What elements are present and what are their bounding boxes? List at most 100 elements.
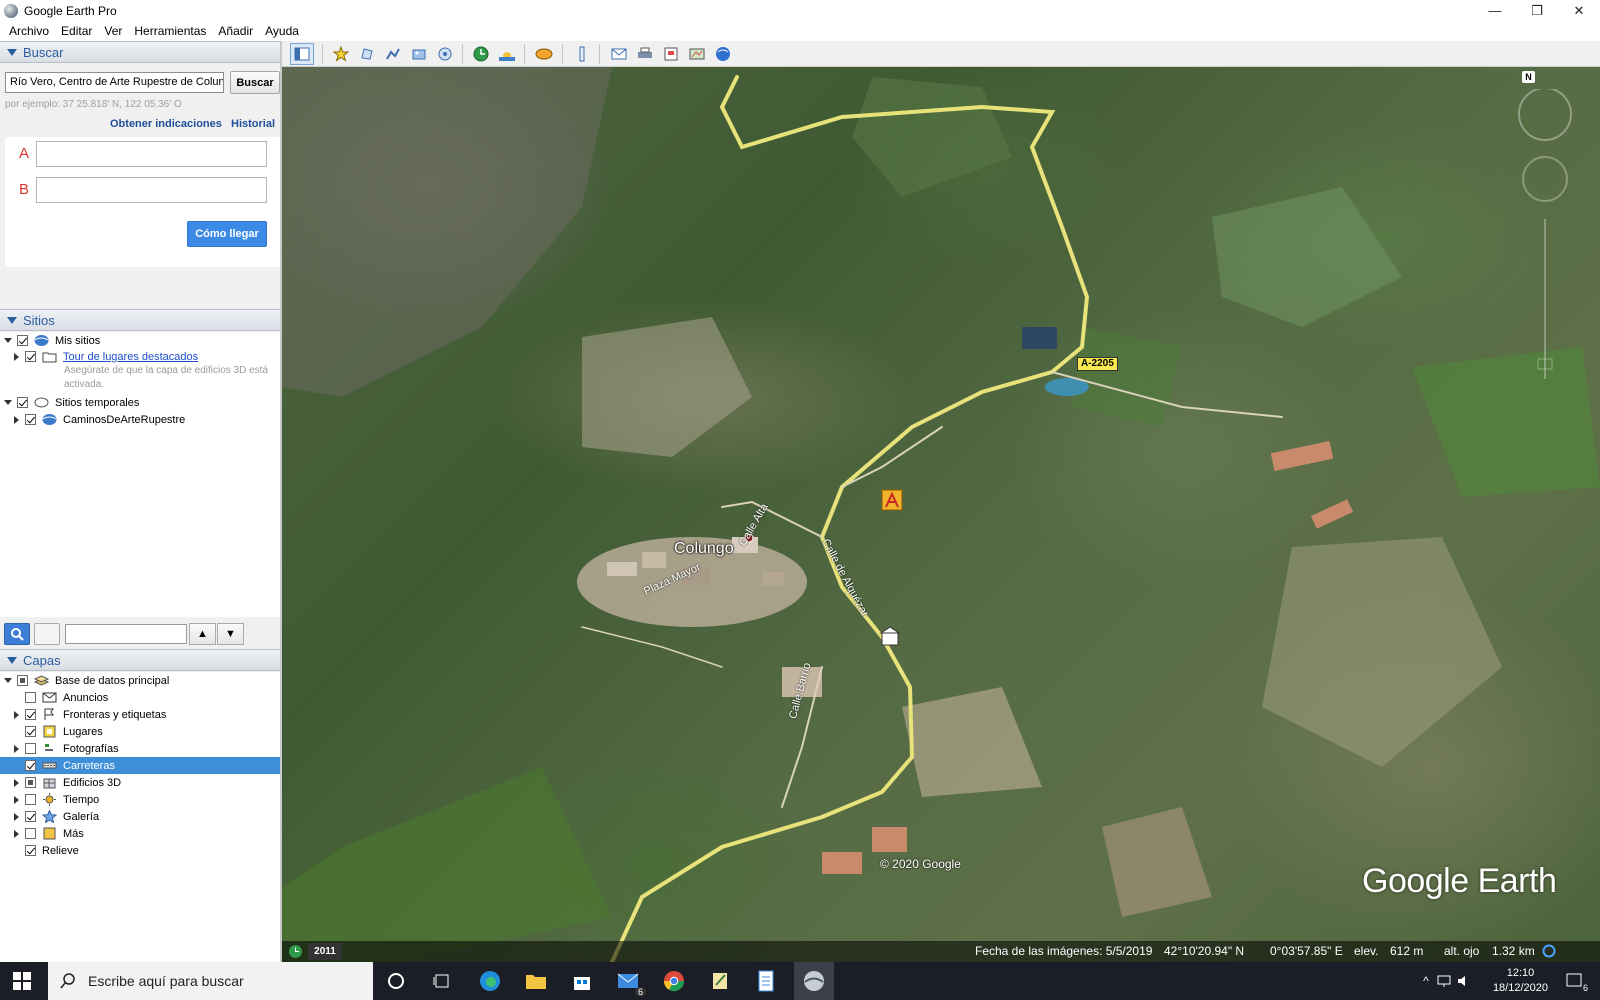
add-placemark-button[interactable] <box>329 43 353 65</box>
earth-button[interactable] <box>711 43 735 65</box>
task-view-button[interactable] <box>430 969 454 993</box>
tour-link[interactable]: Tour de lugares destacados <box>63 351 198 363</box>
add-image-overlay-button[interactable] <box>407 43 431 65</box>
checkbox[interactable] <box>17 675 28 686</box>
add-path-button[interactable] <box>381 43 405 65</box>
checkbox[interactable] <box>25 351 36 362</box>
checkbox[interactable] <box>25 414 36 425</box>
layer-base-de-datos[interactable]: Base de datos principal <box>4 672 169 689</box>
point-b-input[interactable] <box>36 177 267 203</box>
search-button[interactable]: Buscar <box>230 71 280 94</box>
expand-arrow-icon[interactable] <box>14 829 19 838</box>
checkbox[interactable] <box>25 692 36 703</box>
layer-relieve[interactable]: Relieve <box>25 842 79 859</box>
checkbox[interactable] <box>25 811 36 822</box>
file-explorer-button[interactable] <box>524 969 548 993</box>
notepad-button[interactable] <box>708 969 732 993</box>
checkbox[interactable] <box>25 828 36 839</box>
switch-planet-button[interactable] <box>532 43 556 65</box>
google-earth-taskbar-button[interactable] <box>794 962 834 1000</box>
start-button[interactable] <box>10 969 34 993</box>
network-icon[interactable] <box>1437 975 1451 987</box>
history-link[interactable]: Historial <box>231 118 275 130</box>
checkbox[interactable] <box>17 335 28 346</box>
layers-panel-header[interactable]: Capas <box>0 649 280 671</box>
move-joystick-icon[interactable] <box>1522 156 1568 202</box>
checkbox[interactable] <box>25 845 36 856</box>
look-joystick-icon[interactable] <box>1518 89 1572 141</box>
move-up-arrow-icon[interactable]: ▲ <box>189 623 216 645</box>
search-input[interactable]: Río Vero, Centro de Arte Rupestre de Col… <box>5 72 224 93</box>
close-button[interactable]: ✕ <box>1558 0 1600 21</box>
checkbox[interactable] <box>25 726 36 737</box>
layer-anuncios[interactable]: Anuncios <box>25 689 108 706</box>
get-directions-link[interactable]: Obtener indicaciones <box>110 118 222 130</box>
route-start-marker[interactable] <box>881 489 903 511</box>
menu-editar[interactable]: Editar <box>55 24 98 38</box>
menu-herramientas[interactable]: Herramientas <box>128 24 212 38</box>
save-image-button[interactable] <box>659 43 683 65</box>
expand-arrow-icon[interactable] <box>14 710 19 719</box>
layer-search-button[interactable] <box>4 623 30 645</box>
menu-ver[interactable]: Ver <box>98 24 128 38</box>
layer-carreteras[interactable]: Carreteras <box>0 757 280 774</box>
expand-arrow-icon[interactable] <box>14 352 19 361</box>
show-hidden-icons-chevron-icon[interactable]: ^ <box>1423 974 1429 988</box>
move-down-arrow-icon[interactable]: ▼ <box>217 623 244 645</box>
expand-arrow-icon[interactable] <box>14 812 19 821</box>
menu-ayuda[interactable]: Ayuda <box>259 24 305 38</box>
speaker-icon[interactable] <box>1457 975 1471 987</box>
taskbar-search-box[interactable]: Escribe aquí para buscar <box>48 962 373 1000</box>
historical-clock-icon[interactable] <box>288 944 303 959</box>
map-viewport[interactable]: Colungo Calle Barrio Calle de Alquézar P… <box>282 67 1600 962</box>
places-panel-header[interactable]: Sitios <box>0 309 280 331</box>
chrome-button[interactable] <box>662 969 686 993</box>
checkbox[interactable] <box>25 760 36 771</box>
north-indicator[interactable]: N <box>1522 71 1535 83</box>
place-label-colungo[interactable]: Colungo <box>674 540 734 558</box>
tree-item-mis-sitios[interactable]: Mis sitios <box>4 332 100 349</box>
layer-lugares[interactable]: Lugares <box>25 723 103 740</box>
layer-fotografias[interactable]: Fotografías <box>14 740 119 757</box>
tree-item-sitios-temporales[interactable]: Sitios temporales <box>4 394 139 411</box>
point-a-input[interactable] <box>36 141 267 167</box>
layer-edificios-3d[interactable]: Edificios 3D <box>14 774 121 791</box>
checkbox[interactable] <box>25 709 36 720</box>
tree-item-tour[interactable]: Tour de lugares destacados <box>14 348 198 365</box>
checkbox[interactable] <box>17 397 28 408</box>
edge-taskbar-button[interactable] <box>478 969 502 993</box>
cortana-button[interactable] <box>384 969 408 993</box>
add-polygon-button[interactable] <box>355 43 379 65</box>
historical-imagery-button[interactable] <box>469 43 493 65</box>
restore-button[interactable]: ❐ <box>1516 0 1558 21</box>
email-button[interactable] <box>607 43 631 65</box>
layer-filter-input[interactable] <box>65 624 187 644</box>
document-button[interactable] <box>754 969 778 993</box>
sunlight-button[interactable] <box>495 43 519 65</box>
view-in-maps-button[interactable] <box>685 43 709 65</box>
layer-mas[interactable]: Más <box>14 825 84 842</box>
print-button[interactable] <box>633 43 657 65</box>
taskbar-clock[interactable]: 12:10 18/12/2020 <box>1493 966 1548 996</box>
tree-item-caminos[interactable]: CaminosDeArteRupestre <box>14 411 185 428</box>
expand-arrow-icon[interactable] <box>4 400 12 405</box>
imagery-year[interactable]: 2011 <box>308 943 342 960</box>
menu-anadir[interactable]: Añadir <box>212 24 259 38</box>
action-center-button[interactable]: 6 <box>1562 969 1588 993</box>
checkbox[interactable] <box>25 743 36 754</box>
layer-galeria[interactable]: Galería <box>14 808 99 825</box>
layer-tiempo[interactable]: Tiempo <box>14 791 99 808</box>
checkbox[interactable] <box>25 777 36 788</box>
layer-fronteras[interactable]: Fronteras y etiquetas <box>14 706 166 723</box>
expand-arrow-icon[interactable] <box>14 744 19 753</box>
museum-icon[interactable] <box>879 626 901 646</box>
expand-arrow-icon[interactable] <box>14 415 19 424</box>
get-route-button[interactable]: Cómo llegar <box>187 221 267 247</box>
expand-arrow-icon[interactable] <box>14 795 19 804</box>
expand-arrow-icon[interactable] <box>4 678 12 683</box>
store-button[interactable] <box>570 969 594 993</box>
checkbox[interactable] <box>25 794 36 805</box>
sidebar-toggle-button[interactable] <box>290 43 314 65</box>
layer-panel-toggle-button[interactable] <box>34 623 60 645</box>
expand-arrow-icon[interactable] <box>4 338 12 343</box>
